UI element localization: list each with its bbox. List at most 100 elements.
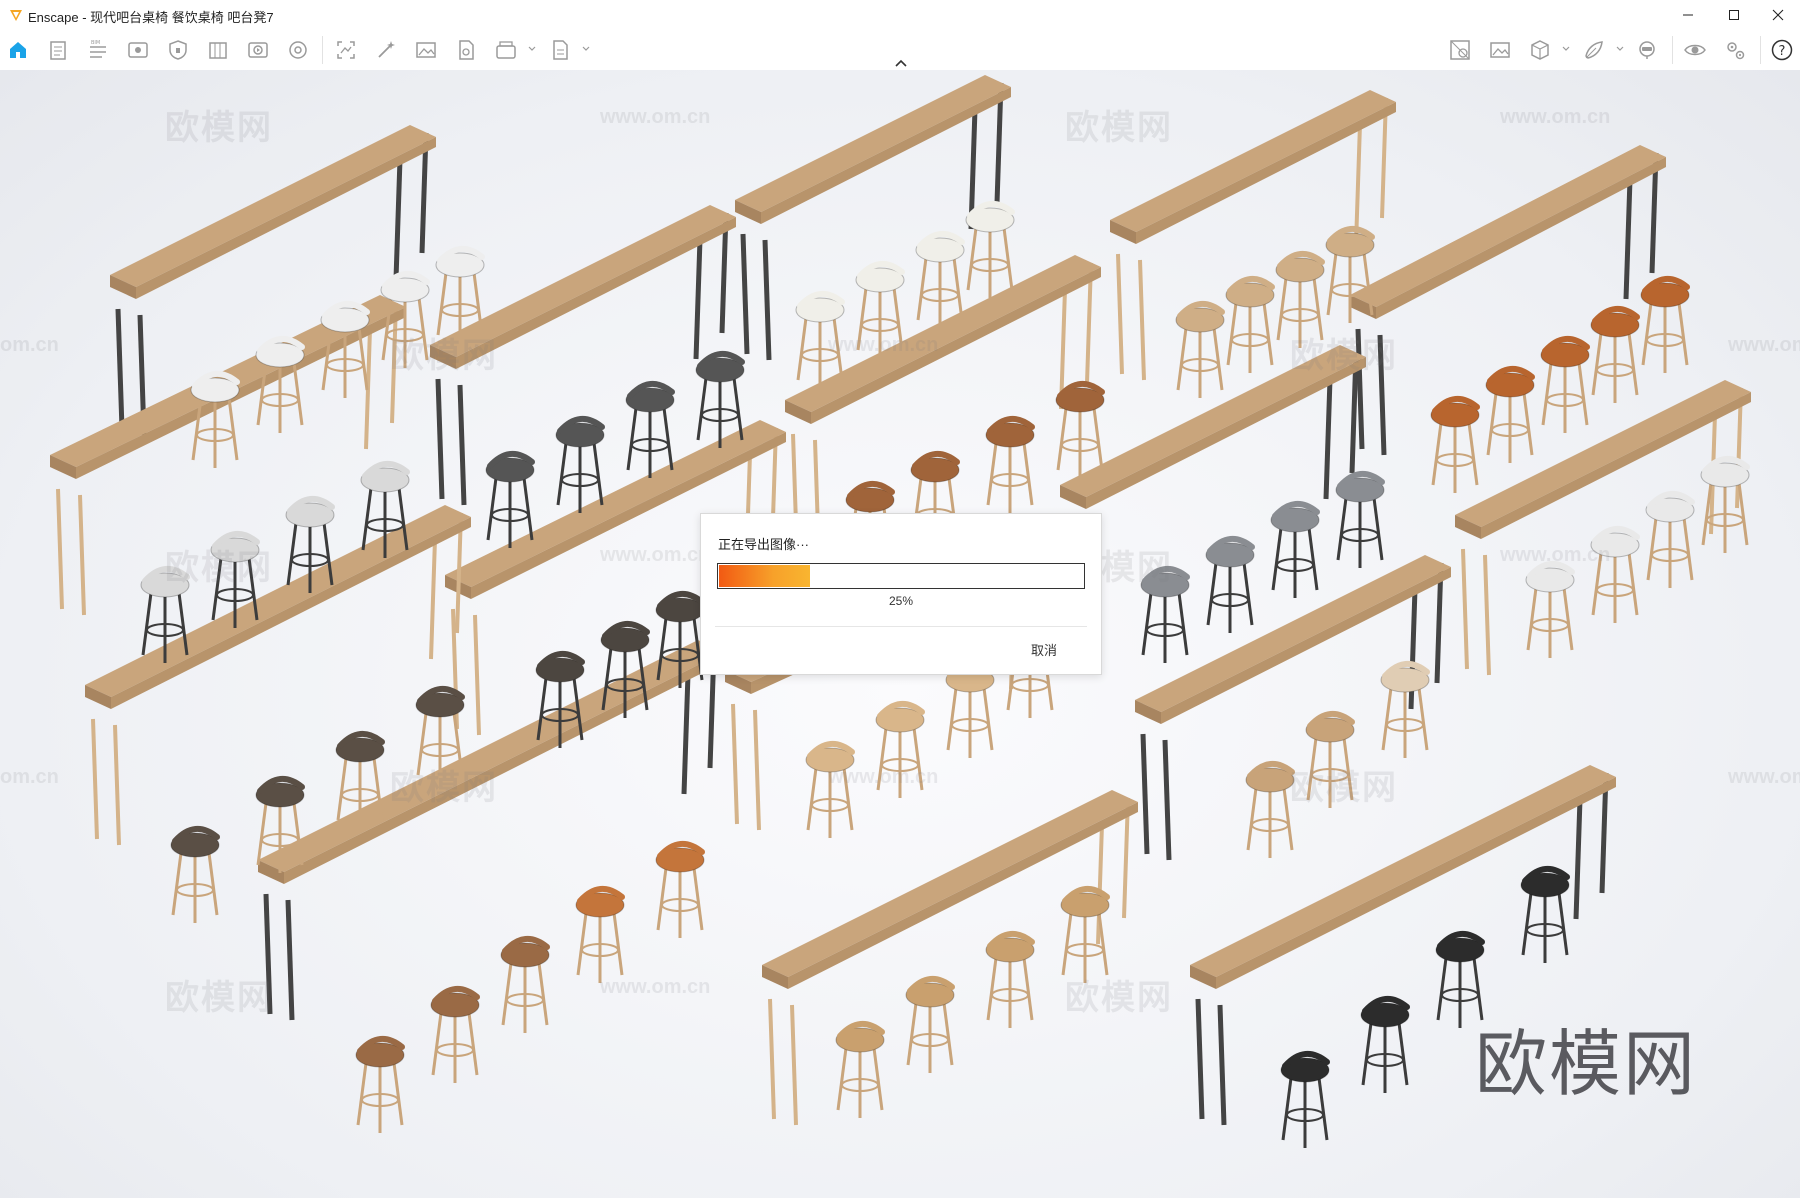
home-icon[interactable] (6, 38, 30, 62)
asset-icon[interactable] (1528, 38, 1552, 62)
table-leg (91, 718, 99, 840)
stool-leg (1092, 407, 1104, 471)
table-leg (768, 998, 776, 1120)
stool-leg (966, 227, 978, 291)
stool-leg (392, 1062, 404, 1126)
watermark-url: om.cn (0, 766, 59, 788)
close-icon (1772, 9, 1784, 21)
watermark-brand: 欧模网 (1290, 337, 1398, 375)
stool-leg (1056, 407, 1068, 471)
stool-leg (1307, 527, 1319, 591)
chevron-down-icon[interactable] (581, 44, 591, 54)
vr-icon[interactable] (1582, 38, 1606, 62)
stool-leg (1022, 957, 1034, 1021)
panorama-icon[interactable] (286, 38, 310, 62)
stool-leg (1467, 422, 1479, 486)
table-leg (693, 238, 703, 360)
video-icon[interactable] (246, 38, 270, 62)
stool-leg (486, 477, 498, 541)
material-editor-icon[interactable] (1448, 38, 1472, 62)
stool-leg (796, 317, 808, 381)
presence-icon[interactable] (1636, 38, 1660, 62)
visual-settings-icon[interactable] (1683, 38, 1707, 62)
watermark-url: www.om.cn (1500, 106, 1611, 128)
stool-leg (986, 442, 998, 506)
dialog-title: 正在导出图像··· (718, 537, 809, 552)
table-leg (1354, 123, 1362, 245)
table-edge (1161, 567, 1451, 724)
image-icon[interactable] (1488, 38, 1512, 62)
stool-leg (1372, 497, 1384, 561)
stool-leg (592, 442, 604, 506)
stool-leg (1627, 332, 1639, 396)
toolbar-separator (1672, 36, 1673, 64)
progress-bar (717, 563, 1085, 589)
watermark-brand: 欧模网 (165, 549, 273, 587)
stool-leg (986, 957, 998, 1021)
stool-leg (1646, 517, 1658, 581)
view-icon[interactable] (126, 38, 150, 62)
stool-leg (1522, 392, 1534, 456)
collapse-toolbar-chevron-icon[interactable] (893, 57, 909, 69)
stool-leg (612, 912, 624, 976)
chevron-down-icon[interactable] (1561, 44, 1571, 54)
minimize-button[interactable] (1666, 0, 1710, 30)
cancel-button[interactable]: 取消 (1031, 640, 1057, 659)
stool-leg (1226, 302, 1238, 366)
help-label: ? (1779, 44, 1786, 59)
stool-leg (1677, 302, 1689, 366)
stool-leg (171, 852, 183, 916)
table-leg (115, 308, 125, 430)
capture-icon[interactable] (334, 38, 358, 62)
watermark-url: www.om.cn (828, 766, 939, 788)
table-leg (1623, 178, 1633, 300)
chevron-down-icon[interactable] (527, 44, 537, 54)
stool-leg (1417, 687, 1429, 751)
stool-leg (662, 407, 674, 471)
enscape-logo-icon (10, 10, 22, 21)
watermark-brand: 欧模网 (165, 109, 273, 147)
effects-icon[interactable] (374, 38, 398, 62)
table-leg (1573, 798, 1583, 920)
batch-render-icon[interactable] (494, 38, 518, 62)
export-doc-icon[interactable] (548, 38, 572, 62)
table-leg (113, 724, 121, 846)
stool-leg (732, 377, 744, 441)
stool-leg (1431, 422, 1443, 486)
chevron-down-icon[interactable] (1615, 44, 1625, 54)
stool-leg (836, 1047, 848, 1111)
table-leg (1195, 998, 1205, 1120)
table-leg (681, 673, 691, 795)
stool-leg (1562, 587, 1574, 651)
safe-icon[interactable] (166, 38, 190, 62)
stool-leg (1326, 252, 1338, 316)
settings-icon[interactable] (1723, 38, 1747, 62)
stool-leg (1486, 392, 1498, 456)
stool-leg (1397, 1022, 1409, 1086)
bim-icon[interactable]: BIM (86, 38, 110, 62)
stool-leg (872, 1047, 884, 1111)
table-edge (1376, 157, 1666, 319)
export-file-icon[interactable] (454, 38, 478, 62)
stool-leg (467, 1012, 479, 1076)
maximize-button[interactable] (1712, 0, 1756, 30)
table-leg (435, 378, 445, 500)
stool-leg (1097, 912, 1109, 976)
stool-leg (1141, 592, 1153, 656)
table-leg (473, 614, 481, 736)
stool-leg (1591, 332, 1603, 396)
stool-leg (1061, 912, 1073, 976)
document-icon[interactable] (46, 38, 70, 62)
stool-leg (1177, 592, 1189, 656)
library-icon[interactable] (206, 38, 230, 62)
stool-leg (522, 477, 534, 541)
screenshot-icon[interactable] (414, 38, 438, 62)
watermark-brand: 欧模网 (1065, 979, 1173, 1017)
help-icon[interactable]: ? (1770, 38, 1794, 62)
close-button[interactable] (1756, 0, 1800, 30)
table-leg (1138, 259, 1146, 381)
stool-leg (356, 1062, 368, 1126)
stool-leg (556, 442, 568, 506)
stool-leg (942, 1002, 954, 1066)
stool-leg (1317, 1077, 1329, 1141)
